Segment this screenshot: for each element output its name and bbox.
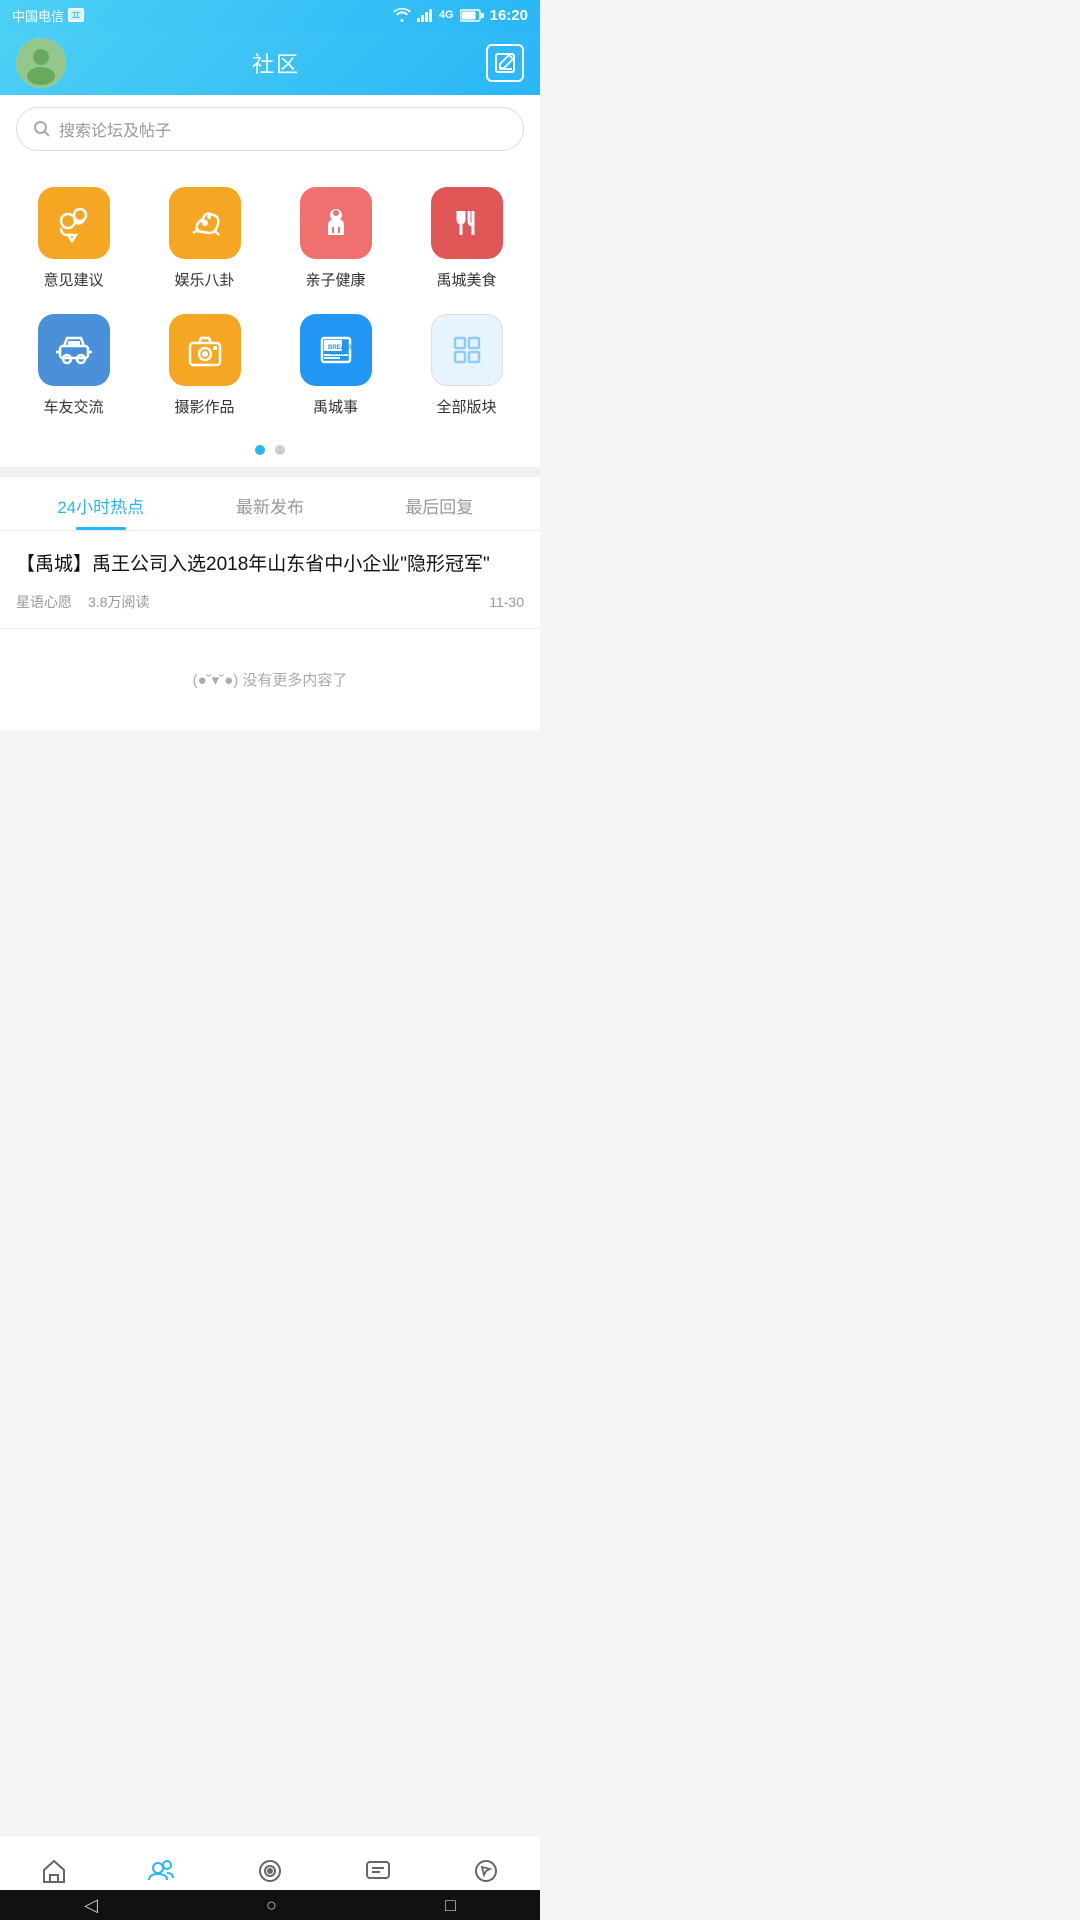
category-label-car: 车友交流: [43, 396, 103, 417]
category-icon-suggestion: [38, 187, 110, 259]
article-author: 星语心愿: [16, 592, 72, 612]
search-icon: [33, 120, 51, 138]
community-icon: [147, 1856, 177, 1886]
back-button[interactable]: ◁: [84, 1895, 98, 1916]
section-divider: [0, 467, 540, 477]
home-button[interactable]: ○: [266, 1895, 277, 1916]
category-label-food: 禹城美食: [436, 269, 496, 290]
search-container: 搜索论坛及帖子: [0, 95, 540, 163]
category-label-suggestion: 意见建议: [43, 269, 103, 290]
category-item-food[interactable]: 禹城美食: [401, 179, 532, 306]
page-title: 社区: [252, 47, 300, 79]
category-icon-parenting: [300, 187, 372, 259]
category-icon-car: [38, 314, 110, 386]
category-section: 意见建议 娱乐八卦: [0, 163, 540, 441]
category-label-all: 全部版块: [436, 396, 496, 417]
category-icon-food: [431, 187, 503, 259]
tab-reply[interactable]: 最后回复: [355, 477, 524, 530]
category-item-all[interactable]: 全部版块: [401, 306, 532, 433]
article-meta: 星语心愿 3.8万阅读 11-30: [16, 592, 524, 612]
category-icon-photo: [169, 314, 241, 386]
table-row[interactable]: 【禹城】禹王公司入选2018年山东省中小企业"隐形冠军" 星语心愿 3.8万阅读…: [0, 531, 540, 629]
article-title: 【禹城】禹王公司入选2018年山东省中小企业"隐形冠军": [16, 551, 524, 580]
category-item-news[interactable]: BREAKING NEWS 禹城事: [270, 306, 401, 433]
signal-icon: [417, 8, 433, 22]
battery-icon: [460, 9, 484, 22]
edit-button[interactable]: [486, 44, 524, 82]
carrier-icon: [68, 8, 84, 22]
system-bar: ◁ ○ □: [0, 1890, 540, 1920]
wifi-icon: [393, 8, 411, 22]
category-item-parenting[interactable]: 亲子健康: [270, 179, 401, 306]
category-item-entertainment[interactable]: 娱乐八卦: [139, 179, 270, 306]
circle-icon: [255, 1856, 285, 1886]
category-item-photo[interactable]: 摄影作品: [139, 306, 270, 433]
category-label-news: 禹城事: [313, 396, 358, 417]
category-item-suggestion[interactable]: 意见建议: [8, 179, 139, 306]
avatar[interactable]: [16, 38, 66, 88]
tab-hot[interactable]: 24小时热点: [16, 477, 185, 530]
status-left: 中国电信: [12, 6, 84, 25]
category-icon-news: BREAKING NEWS: [300, 314, 372, 386]
status-bar: 中国电信: [0, 0, 540, 30]
article-reads: 3.8万阅读: [88, 592, 149, 612]
no-more-content: (●˘▾˘●) 没有更多内容了: [0, 629, 540, 730]
header: 社区: [0, 30, 540, 95]
dot-2: [275, 445, 285, 455]
home-icon: [39, 1856, 69, 1886]
category-label-parenting: 亲子健康: [305, 269, 365, 290]
pagination-dots: [0, 441, 540, 467]
category-icon-all: [431, 314, 503, 386]
message-icon: [363, 1856, 393, 1886]
carrier-label: 中国电信: [12, 6, 64, 25]
time-label: 16:20: [490, 7, 528, 24]
category-label-entertainment: 娱乐八卦: [174, 269, 234, 290]
article-list: 【禹城】禹王公司入选2018年山东省中小企业"隐形冠军" 星语心愿 3.8万阅读…: [0, 531, 540, 629]
category-icon-entertainment: [169, 187, 241, 259]
network-label: 4G: [439, 9, 454, 21]
category-label-photo: 摄影作品: [174, 396, 234, 417]
article-date: 11-30: [489, 594, 524, 610]
phone-frame: 中国电信: [0, 0, 540, 850]
category-item-car[interactable]: 车友交流: [8, 306, 139, 433]
search-placeholder: 搜索论坛及帖子: [59, 117, 171, 141]
search-bar[interactable]: 搜索论坛及帖子: [16, 107, 524, 151]
recent-button[interactable]: □: [445, 1895, 456, 1916]
category-grid: 意见建议 娱乐八卦: [8, 179, 532, 433]
discover-icon: [471, 1856, 501, 1886]
svg-text:NEWS: NEWS: [330, 351, 346, 357]
status-right: 4G 16:20: [393, 7, 528, 24]
content-spacer: [0, 730, 540, 850]
content-tabs: 24小时热点 最新发布 最后回复: [0, 477, 540, 531]
meta-left: 星语心愿 3.8万阅读: [16, 592, 149, 612]
tab-new[interactable]: 最新发布: [185, 477, 354, 530]
dot-1: [255, 445, 265, 455]
